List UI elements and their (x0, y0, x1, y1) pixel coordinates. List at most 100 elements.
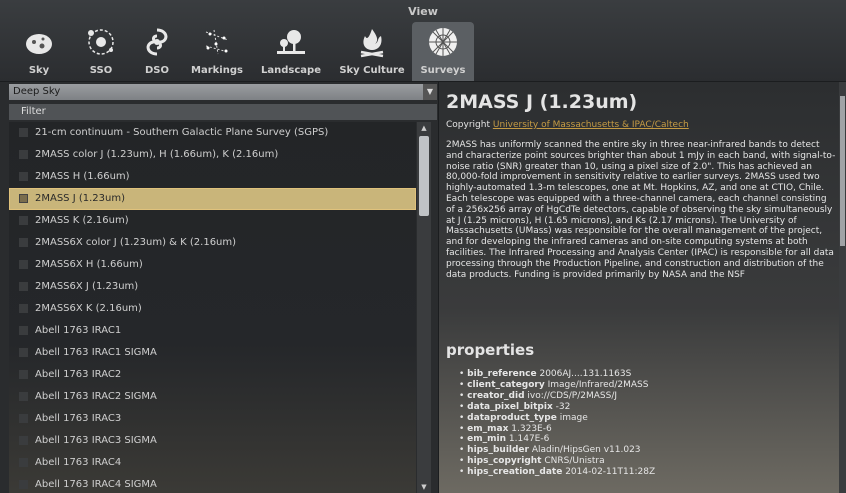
survey-list-item[interactable]: 2MASS K (2.16um) (9, 210, 416, 232)
property-key: hips_builder (467, 445, 529, 456)
survey-list-item[interactable]: 21-cm continuum - Southern Galactic Plan… (9, 122, 416, 144)
survey-checkbox[interactable] (19, 216, 28, 225)
survey-list-item[interactable]: Abell 1763 IRAC2 SIGMA (9, 386, 416, 408)
property-value: 2014-02-11T11:28Z (565, 467, 656, 478)
survey-checkbox[interactable] (19, 348, 28, 357)
property-item: • dataproduct_type image (459, 413, 655, 424)
survey-checkbox[interactable] (19, 414, 28, 423)
list-scrollbar-thumb[interactable] (419, 136, 429, 216)
list-scrollbar[interactable]: ▲ ▼ (417, 122, 431, 493)
dso-icon (126, 25, 188, 59)
property-value: Aladin/HipsGen v11.023 (531, 445, 641, 456)
window-title: View (408, 5, 438, 18)
tab-sso[interactable]: SSO (70, 22, 132, 81)
survey-checkbox[interactable] (19, 436, 28, 445)
survey-label: Abell 1763 IRAC2 (35, 369, 122, 380)
scroll-down-icon[interactable]: ▼ (417, 483, 431, 491)
survey-checkbox[interactable] (19, 392, 28, 401)
tab-label: Markings (191, 65, 243, 76)
scroll-up-icon[interactable]: ▲ (417, 124, 431, 132)
bullet-icon: • (459, 390, 468, 401)
survey-checkbox[interactable] (19, 260, 28, 269)
survey-checkbox[interactable] (19, 238, 28, 247)
survey-list-item[interactable]: Abell 1763 IRAC3 (9, 408, 416, 430)
tab-sky-culture[interactable]: Sky Culture (336, 22, 408, 81)
filter-input[interactable]: Filter (9, 104, 437, 120)
tab-label: Sky Culture (339, 65, 405, 76)
tab-markings[interactable]: Markings (186, 22, 248, 81)
survey-checkbox[interactable] (19, 304, 28, 313)
survey-label: Abell 1763 IRAC1 (35, 325, 122, 336)
tab-sky[interactable]: Sky (8, 22, 70, 81)
survey-label: Abell 1763 IRAC2 SIGMA (35, 391, 157, 402)
category-select[interactable]: Deep Sky ▼ (9, 84, 437, 100)
survey-label: 2MASS K (2.16um) (35, 215, 129, 226)
sky-icon (8, 25, 70, 59)
chevron-down-icon[interactable]: ▼ (423, 84, 437, 100)
survey-label: 2MASS6X J (1.23um) (35, 281, 139, 292)
survey-list-item[interactable]: 2MASS6X H (1.66um) (9, 254, 416, 276)
survey-label: Abell 1763 IRAC1 SIGMA (35, 347, 157, 358)
property-key: hips_copyright (467, 456, 542, 467)
property-key: data_pixel_bitpix (467, 401, 553, 412)
survey-title: 2MASS J (1.23um) (446, 91, 638, 113)
tab-label: SSO (89, 65, 113, 76)
survey-checkbox[interactable] (19, 326, 28, 335)
view-toolbar: View Sky SSO DSO Markings Landscape Sky … (0, 0, 846, 81)
survey-list-item[interactable]: 2MASS6X J (1.23um) (9, 276, 416, 298)
detail-scrollbar-thumb[interactable] (840, 96, 845, 246)
survey-description: 2MASS has uniformly scanned the entire s… (446, 140, 836, 280)
survey-checkbox[interactable] (19, 128, 28, 137)
survey-list-item[interactable]: 2MASS color J (1.23um), H (1.66um), K (2… (9, 144, 416, 166)
survey-label: 2MASS6X color J (1.23um) & K (2.16um) (35, 237, 237, 248)
property-key: dataproduct_type (467, 412, 557, 423)
bullet-icon: • (459, 412, 468, 423)
tab-surveys[interactable]: Surveys (412, 22, 474, 81)
bullet-icon: • (459, 369, 468, 379)
survey-label: 2MASS6X K (2.16um) (35, 303, 142, 314)
survey-list-item[interactable]: Abell 1763 IRAC4 SIGMA (9, 474, 416, 493)
survey-list-item[interactable]: Abell 1763 IRAC1 (9, 320, 416, 342)
survey-checkbox[interactable] (19, 172, 28, 181)
copyright-label: Copyright (446, 120, 490, 130)
property-value: 1.323E-6 (511, 423, 552, 434)
survey-checkbox[interactable] (19, 194, 28, 203)
bullet-icon: • (459, 467, 468, 478)
properties-heading: properties (446, 341, 535, 359)
survey-list-item[interactable]: 2MASS6X color J (1.23um) & K (2.16um) (9, 232, 416, 254)
property-item: • hips_creation_date 2014-02-11T11:28Z (459, 467, 655, 478)
survey-checkbox[interactable] (19, 282, 28, 291)
property-item: • bib_reference 2006AJ....131.1163S (459, 369, 655, 380)
property-value: 2006AJ....131.1163S (539, 369, 632, 379)
detail-scrollbar[interactable] (839, 82, 846, 493)
landscape-icon (260, 25, 322, 59)
survey-label: 21-cm continuum - Southern Galactic Plan… (35, 127, 329, 138)
survey-list-item[interactable]: Abell 1763 IRAC4 (9, 452, 416, 474)
survey-checkbox[interactable] (19, 480, 28, 489)
property-key: em_max (467, 423, 509, 434)
survey-label: 2MASS6X H (1.66um) (35, 259, 143, 270)
tab-label: Sky (28, 65, 50, 76)
property-value: -32 (555, 401, 571, 412)
markings-icon (186, 25, 248, 59)
survey-checkbox[interactable] (19, 370, 28, 379)
bullet-icon: • (459, 379, 468, 390)
tab-dso[interactable]: DSO (126, 22, 188, 81)
tab-landscape[interactable]: Landscape (260, 22, 322, 81)
survey-list-item[interactable]: 2MASS6X K (2.16um) (9, 298, 416, 320)
survey-label: 2MASS J (1.23um) (35, 193, 125, 204)
copyright-line: Copyright University of Massachusetts & … (446, 120, 689, 130)
survey-list-item[interactable]: 2MASS J (1.23um) (9, 188, 416, 210)
category-select-value: Deep Sky (13, 86, 61, 97)
survey-label: 2MASS H (1.66um) (35, 171, 130, 182)
survey-checkbox[interactable] (19, 458, 28, 467)
survey-list-item[interactable]: Abell 1763 IRAC2 (9, 364, 416, 386)
survey-list-item[interactable]: Abell 1763 IRAC1 SIGMA (9, 342, 416, 364)
survey-list-panel: Deep Sky ▼ Filter 21-cm continuum - Sout… (0, 82, 438, 493)
survey-list-item[interactable]: Abell 1763 IRAC3 SIGMA (9, 430, 416, 452)
survey-list-item[interactable]: 2MASS H (1.66um) (9, 166, 416, 188)
survey-checkbox[interactable] (19, 150, 28, 159)
property-key: em_min (467, 434, 507, 445)
copyright-link[interactable]: University of Massachusetts & IPAC/Calte… (493, 120, 689, 130)
property-value: ivo://CDS/P/2MASS/J (527, 390, 618, 401)
